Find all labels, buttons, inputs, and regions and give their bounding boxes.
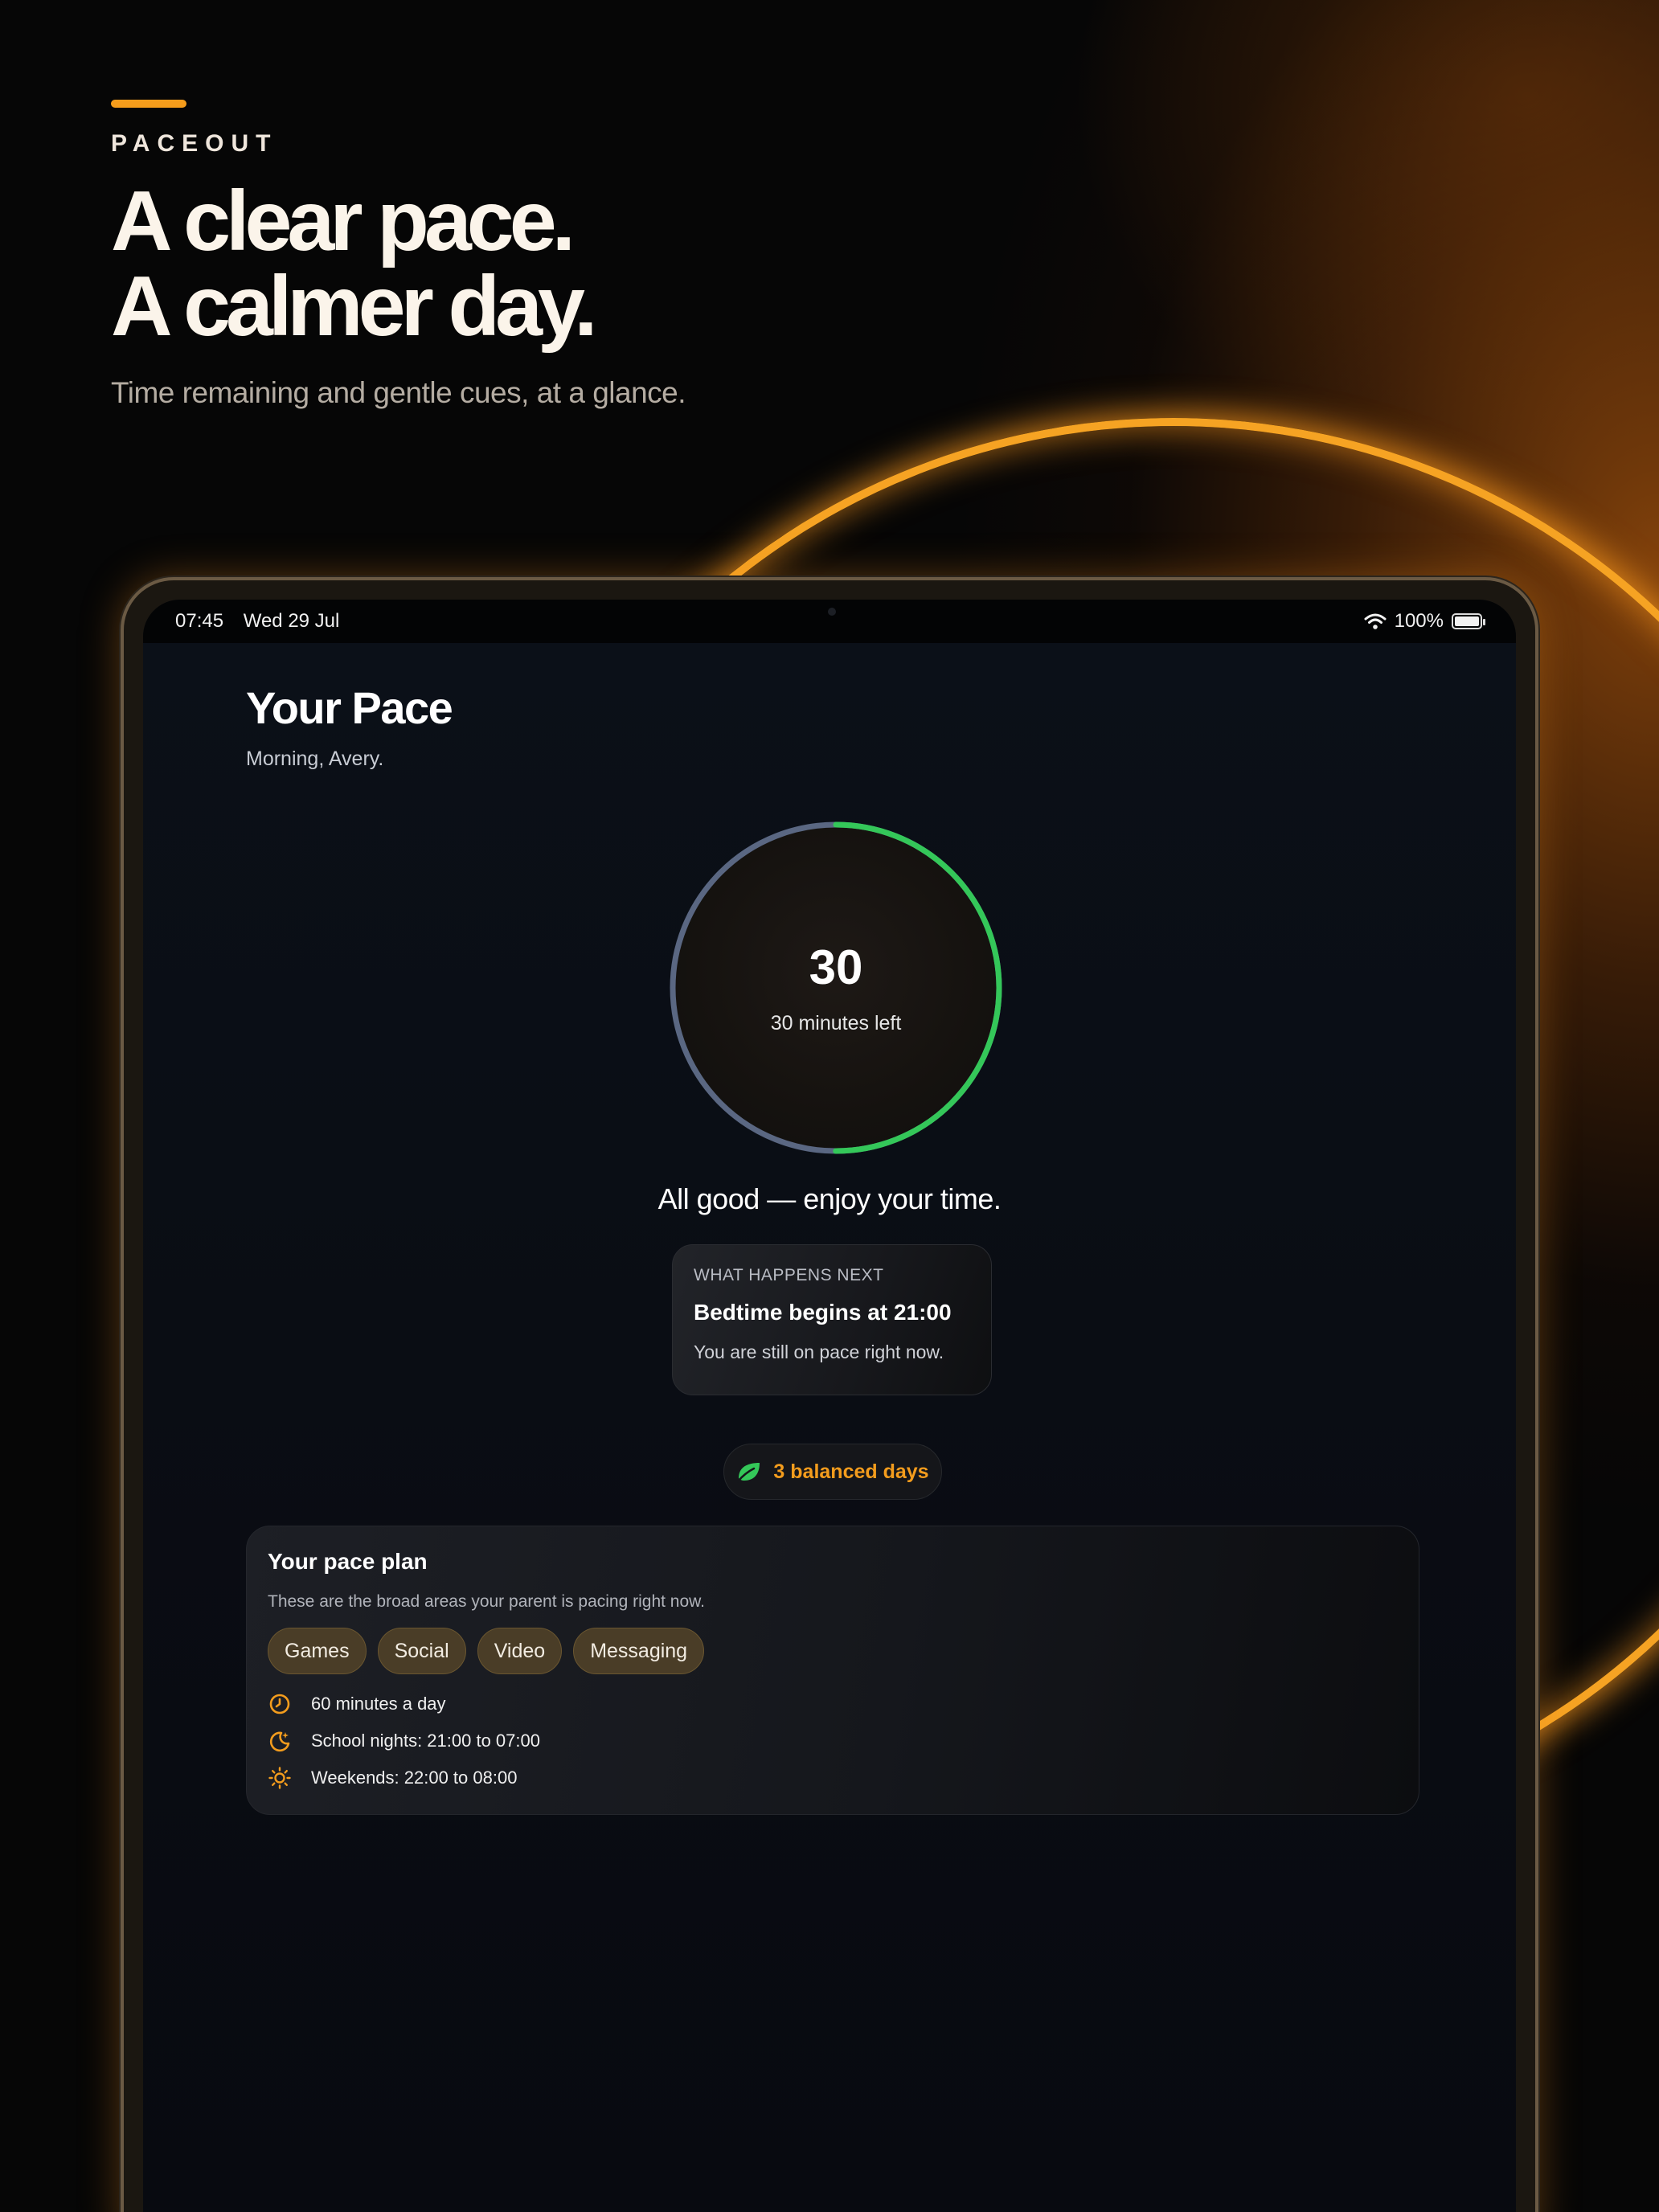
headline-line-1: A clear pace. [111, 174, 576, 268]
balanced-days-label: 3 balanced days [773, 1460, 929, 1483]
battery-percent: 100% [1394, 610, 1444, 632]
status-date: Wed 29 Jul [243, 610, 340, 632]
brand-name: PACEOUT [111, 130, 278, 157]
status-time: 07:45 [175, 610, 224, 632]
rule-text: 60 minutes a day [311, 1694, 446, 1714]
clock-icon [269, 1694, 290, 1714]
rule-weekends: Weekends: 22:00 to 08:00 [268, 1759, 1398, 1796]
headline-line-2: A calmer day. [111, 259, 598, 354]
wifi-icon [1364, 613, 1387, 629]
rule-school-nights: School nights: 21:00 to 07:00 [268, 1722, 1398, 1759]
minutes-remaining-label: 30 minutes left [770, 1012, 902, 1034]
greeting-text: Morning, Avery. [246, 748, 384, 770]
chip-social[interactable]: Social [377, 1628, 466, 1674]
hero-section: PACEOUT A clear pace. A calmer day. Time… [111, 100, 995, 410]
page-title: Your Pace [246, 682, 453, 733]
status-message: All good — enjoy your time. [657, 1182, 1002, 1215]
next-card-eyebrow: WHAT HAPPENS NEXT [694, 1266, 884, 1284]
plan-rules: 60 minutes a day School nights: 21:00 to… [268, 1686, 1398, 1796]
chip-messaging[interactable]: Messaging [573, 1628, 705, 1674]
chip-games[interactable]: Games [268, 1628, 367, 1674]
subheadline: Time remaining and gentle cues, at a gla… [111, 376, 686, 409]
balanced-days-badge[interactable]: 3 balanced days [723, 1444, 942, 1500]
time-remaining-ring: 30 30 minutes left [667, 819, 1005, 1157]
category-chips: Games Social Video Messaging [268, 1628, 1398, 1674]
plan-description: These are the broad areas your parent is… [268, 1592, 705, 1611]
battery-icon [1452, 613, 1485, 629]
tablet-frame: 07:45 Wed 29 Jul 100% Your Pace Morning,… [121, 577, 1538, 2212]
leaf-icon [737, 1463, 760, 1483]
next-card-subtitle: You are still on pace right now. [694, 1342, 944, 1362]
camera-dot [828, 608, 836, 616]
chip-video[interactable]: Video [477, 1628, 563, 1674]
app-screen: 07:45 Wed 29 Jul 100% Your Pace Morning,… [143, 600, 1516, 2212]
pace-plan-card: Your pace plan These are the broad areas… [246, 1526, 1419, 1815]
minutes-remaining-value: 30 [809, 940, 863, 994]
rule-daily-limit: 60 minutes a day [268, 1686, 1398, 1722]
next-card-title: Bedtime begins at 21:00 [694, 1300, 952, 1325]
what-happens-next-card[interactable]: WHAT HAPPENS NEXT Bedtime begins at 21:0… [672, 1244, 992, 1395]
rule-text: Weekends: 22:00 to 08:00 [311, 1768, 518, 1788]
moon-icon [269, 1731, 290, 1752]
accent-bar [111, 100, 186, 108]
plan-title: Your pace plan [268, 1549, 428, 1574]
sun-icon [268, 1767, 291, 1789]
headline: A clear pace. A calmer day. [111, 178, 995, 349]
rule-text: School nights: 21:00 to 07:00 [311, 1731, 540, 1751]
status-bar: 07:45 Wed 29 Jul 100% [143, 600, 1516, 643]
